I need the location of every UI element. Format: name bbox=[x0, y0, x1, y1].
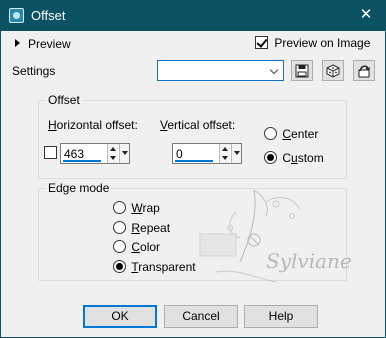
preview-on-image-label: Preview on Image bbox=[274, 36, 371, 50]
horizontal-offset-label: Horizontal offset: bbox=[48, 118, 138, 132]
settings-label: Settings bbox=[12, 64, 56, 78]
radio-unselected-icon[interactable] bbox=[113, 201, 126, 214]
spin-down-icon[interactable] bbox=[222, 156, 228, 160]
ok-button[interactable]: OK bbox=[83, 305, 157, 328]
center-radio[interactable]: Center bbox=[264, 127, 318, 141]
edge-transparent-label: Transparent bbox=[131, 260, 196, 274]
edge-repeat-label: Repeat bbox=[131, 221, 171, 235]
checkbox-checked-icon[interactable] bbox=[255, 36, 268, 49]
edge-color-label: Color bbox=[131, 240, 161, 254]
window-title: Offset bbox=[31, 8, 66, 23]
chevron-down-icon[interactable] bbox=[267, 61, 283, 80]
edge-repeat-radio[interactable]: Repeat bbox=[113, 221, 170, 235]
vertical-offset-label: Vertical offset: bbox=[160, 118, 236, 132]
app-icon bbox=[9, 8, 24, 23]
radio-unselected-icon[interactable] bbox=[113, 240, 126, 253]
link-offsets-checkbox[interactable] bbox=[44, 146, 57, 159]
edge-transparent-radio[interactable]: Transparent bbox=[113, 260, 196, 274]
preview-label: Preview bbox=[28, 37, 71, 51]
focus-underline bbox=[63, 160, 101, 162]
spin-up-icon[interactable] bbox=[222, 147, 228, 151]
settings-dropdown[interactable] bbox=[157, 60, 284, 81]
radio-unselected-icon[interactable] bbox=[264, 127, 277, 140]
randomize-button[interactable] bbox=[322, 60, 344, 81]
offset-group-title: Offset bbox=[46, 93, 82, 107]
vertical-spin-buttons[interactable] bbox=[219, 144, 230, 163]
focus-underline bbox=[175, 160, 213, 162]
close-icon[interactable]: ✕ bbox=[346, 0, 386, 31]
spin-up-icon[interactable] bbox=[110, 147, 116, 151]
help-button[interactable]: Help bbox=[244, 305, 318, 328]
vertical-dropdown-button[interactable] bbox=[231, 144, 241, 163]
radio-selected-icon[interactable] bbox=[113, 260, 126, 273]
horizontal-spin-buttons[interactable] bbox=[107, 144, 118, 163]
vertical-offset-field[interactable]: 0 bbox=[172, 143, 242, 164]
save-preset-button[interactable] bbox=[291, 60, 313, 81]
reset-icon bbox=[358, 65, 371, 77]
custom-label: Custom bbox=[282, 151, 324, 165]
floppy-disk-icon bbox=[295, 64, 309, 77]
watermark-text: Sylviane bbox=[266, 249, 352, 273]
horizontal-offset-value[interactable]: 463 bbox=[64, 147, 84, 161]
center-label: Center bbox=[282, 127, 319, 141]
vertical-offset-value[interactable]: 0 bbox=[176, 147, 183, 161]
dice-icon bbox=[326, 63, 340, 78]
reset-button[interactable] bbox=[353, 60, 375, 81]
horizontal-dropdown-button[interactable] bbox=[119, 144, 129, 163]
preview-toggle[interactable]: Preview bbox=[15, 37, 71, 51]
cancel-button[interactable]: Cancel bbox=[164, 305, 238, 328]
horizontal-offset-field[interactable]: 463 bbox=[60, 143, 130, 164]
edge-color-radio[interactable]: Color bbox=[113, 240, 160, 254]
spin-down-icon[interactable] bbox=[110, 156, 116, 160]
radio-selected-icon[interactable] bbox=[264, 151, 277, 164]
preview-on-image-checkbox[interactable]: Preview on Image bbox=[255, 36, 370, 50]
expand-triangle-icon bbox=[15, 39, 20, 47]
edge-wrap-radio[interactable]: Wrap bbox=[113, 201, 160, 215]
edge-wrap-label: Wrap bbox=[131, 201, 160, 215]
custom-radio[interactable]: Custom bbox=[264, 151, 324, 165]
sylviane-watermark-icon: Sylviane bbox=[199, 189, 352, 283]
title-bar: Offset ✕ bbox=[0, 0, 386, 31]
radio-unselected-icon[interactable] bbox=[113, 221, 126, 234]
edge-mode-group-title: Edge mode bbox=[46, 181, 112, 195]
